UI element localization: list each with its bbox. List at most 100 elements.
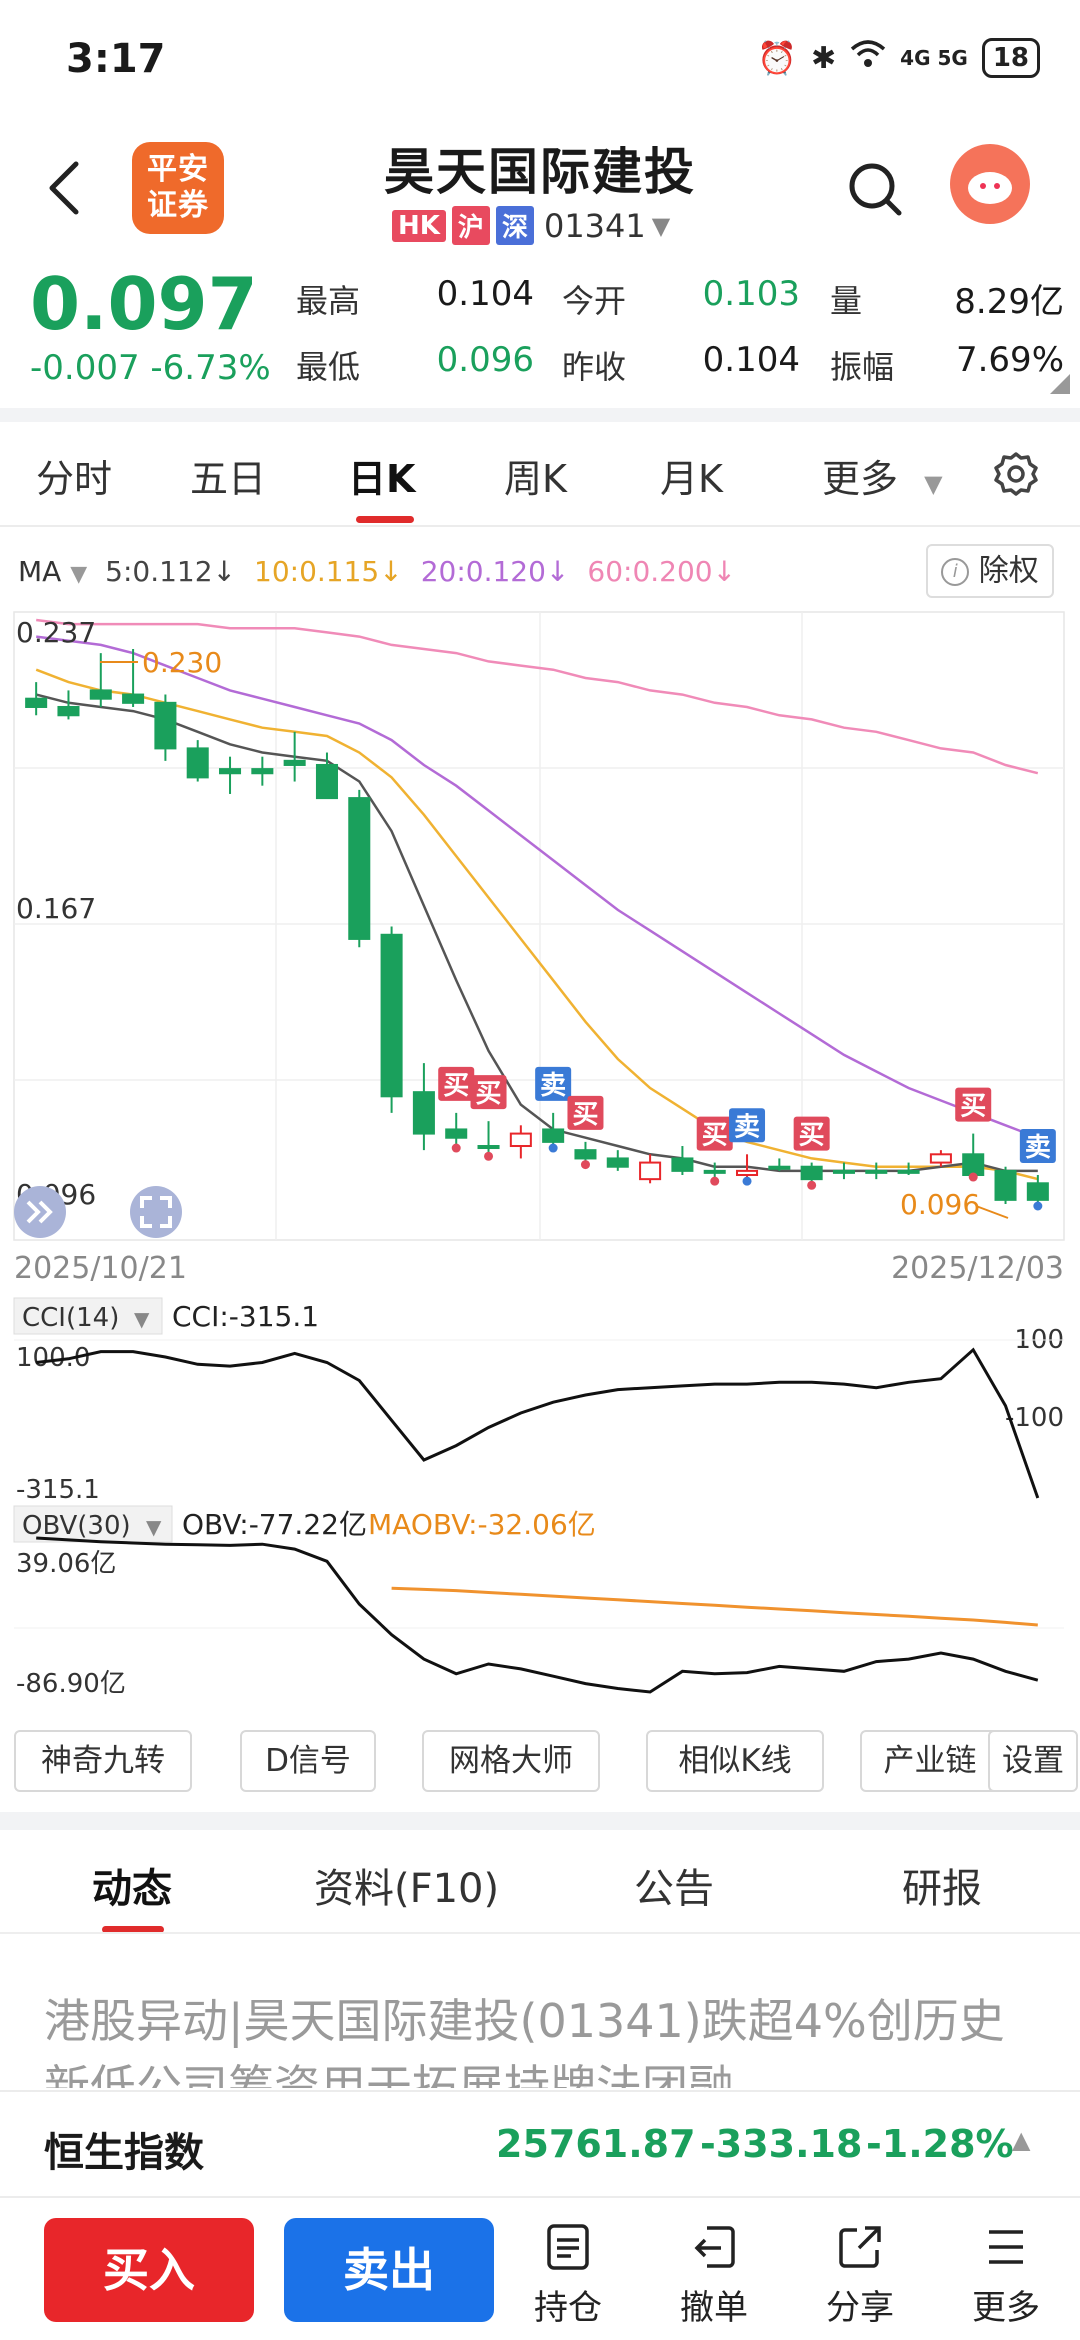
candle-body: [962, 1153, 985, 1177]
signal-dot: [484, 1151, 494, 1161]
candle-body: [57, 705, 80, 717]
cci-bottom-label: -315.1: [16, 1475, 100, 1505]
tab-news[interactable]: 动态: [92, 1856, 172, 1914]
ma60-line: [36, 618, 1039, 775]
tab-daily-k[interactable]: 日K: [348, 448, 415, 503]
candle: [832, 1162, 855, 1180]
stock-name: 昊天国际建投: [384, 143, 696, 201]
tab-more[interactable]: 更多 ▼: [822, 448, 943, 503]
period-tabs: 分时 五日 日K 周K 月K 更多 ▼: [0, 430, 1080, 530]
tab-monthly-k[interactable]: 月K: [660, 448, 723, 503]
candle: [154, 694, 177, 761]
ma-selector[interactable]: MA ▼: [18, 555, 87, 588]
candle-body: [639, 1161, 662, 1181]
buy-button[interactable]: 买入: [44, 2218, 254, 2322]
candle-body: [348, 797, 371, 940]
chevron-down-icon: ▼: [70, 562, 88, 587]
candle: [800, 1162, 823, 1184]
nav-cancel-order[interactable]: 撤单: [664, 2222, 764, 2329]
search-icon[interactable]: [846, 160, 904, 218]
candle: [445, 1112, 468, 1147]
candle-body: [477, 1145, 500, 1150]
gear-icon[interactable]: [992, 450, 1040, 498]
tab-weekly-k[interactable]: 周K: [504, 448, 567, 503]
candle-body: [865, 1169, 888, 1174]
market-tags[interactable]: HK 沪 深 01341 ▼: [392, 206, 670, 245]
section-divider: [0, 1812, 1080, 1830]
signal-dot: [580, 1160, 590, 1170]
ex-rights-button[interactable]: i 除权: [926, 544, 1054, 598]
candle-body: [251, 768, 274, 775]
ma10-value: 10:0.115↓: [254, 555, 403, 588]
news-headline[interactable]: 港股异动|昊天国际建投(01341)跌超4%创历史新低公司筹资用于拓展持牌法团融: [44, 1988, 1044, 2088]
candle: [639, 1154, 662, 1184]
quote-panel: 0.097 -0.007 -6.73% 最高 0.104 最低 0.096 今开…: [0, 262, 1080, 407]
cci-line: [36, 1347, 1040, 1499]
status-time: 3:17: [66, 36, 166, 82]
candle-body: [89, 689, 112, 700]
candle: [1026, 1175, 1049, 1204]
chip-grid-master[interactable]: 网格大师: [422, 1730, 600, 1792]
max-price-marker: 0.230: [142, 646, 222, 679]
market-tag-sh: 沪: [451, 206, 490, 245]
candle-body: [122, 693, 145, 704]
candle-body: [832, 1169, 855, 1174]
volume-label: 量: [830, 282, 863, 320]
chip-industry-chain[interactable]: 产业链: [860, 1730, 1000, 1792]
fullscreen-icon[interactable]: [130, 1186, 182, 1238]
nav-more[interactable]: 更多: [956, 2222, 1056, 2329]
candle-body: [542, 1128, 565, 1143]
signal-label: 买: [960, 1092, 986, 1122]
sell-button[interactable]: 卖出: [284, 2218, 494, 2322]
nav-positions-label: 持仓: [534, 2288, 602, 2328]
candle: [122, 648, 145, 707]
status-icons: ⏰ ✱ 4G 5G 18: [757, 38, 1040, 78]
menu-icon: [989, 2230, 1023, 2264]
tab-announcements[interactable]: 公告: [634, 1856, 714, 1914]
price-change: -0.007 -6.73%: [30, 348, 271, 388]
share-icon: [839, 2226, 881, 2268]
signal-dot: [968, 1172, 978, 1182]
ma60-value: 60:0.200↓: [587, 555, 737, 588]
signal-dot: [710, 1176, 720, 1186]
ma-legend[interactable]: MA ▼ 5:0.112↓ 10:0.115↓ 20:0.120↓ 60:0.2…: [18, 555, 736, 588]
signal-dot: [807, 1180, 817, 1190]
nav-share[interactable]: 分享: [810, 2222, 910, 2329]
nav-positions[interactable]: 持仓: [518, 2222, 618, 2329]
candle: [994, 1166, 1017, 1204]
tab-intraday[interactable]: 分时: [36, 448, 112, 503]
status-bar: 3:17 ⏰ ✱ 4G 5G 18: [0, 0, 1080, 120]
candle-body: [703, 1169, 726, 1174]
candle-body: [994, 1169, 1017, 1201]
chip-settings[interactable]: 设置: [988, 1730, 1078, 1792]
chip-similar-kline[interactable]: 相似K线: [646, 1730, 824, 1792]
ex-rights-label: 除权: [978, 553, 1039, 589]
candle: [251, 756, 274, 786]
tab-research[interactable]: 研报: [902, 1856, 982, 1914]
tab-f10[interactable]: 资料(F10): [314, 1856, 499, 1914]
signal-label: 卖: [540, 1071, 566, 1101]
candle-body: [897, 1169, 920, 1174]
chevron-down-icon: ▼: [651, 211, 671, 240]
expand-left-icon[interactable]: [14, 1186, 66, 1238]
signal-label: 卖: [1025, 1133, 1051, 1163]
candle: [929, 1150, 952, 1167]
expand-corner-icon[interactable]: [1050, 374, 1070, 394]
info-icon: i: [941, 557, 970, 586]
obv-bottom-label: -86.90亿: [16, 1669, 126, 1699]
signal-label: 卖: [734, 1112, 760, 1142]
index-ticker[interactable]: 恒生指数 25761.87 -333.18 -1.28% ▲: [0, 2090, 1080, 2195]
chevron-up-icon[interactable]: ▲: [1012, 2126, 1030, 2154]
tab-five-day[interactable]: 五日: [190, 448, 266, 503]
index-value: 25761.87: [496, 2122, 696, 2166]
cci-value: CCI:-315.1: [172, 1300, 319, 1333]
candle: [412, 1063, 435, 1151]
chip-magic-nine[interactable]: 神奇九转: [14, 1730, 192, 1792]
cci-top-label: 100.0: [16, 1343, 90, 1373]
candle-body: [574, 1149, 597, 1160]
kline-chart[interactable]: 买买卖买买卖买买卖 0.237 0.167 0.096 0.230 0.096 …: [0, 600, 1080, 1725]
chip-d-signal[interactable]: D信号: [240, 1730, 376, 1792]
candle-body: [219, 768, 242, 775]
bluetooth-icon: ✱: [811, 40, 837, 76]
assistant-avatar[interactable]: [950, 144, 1030, 224]
